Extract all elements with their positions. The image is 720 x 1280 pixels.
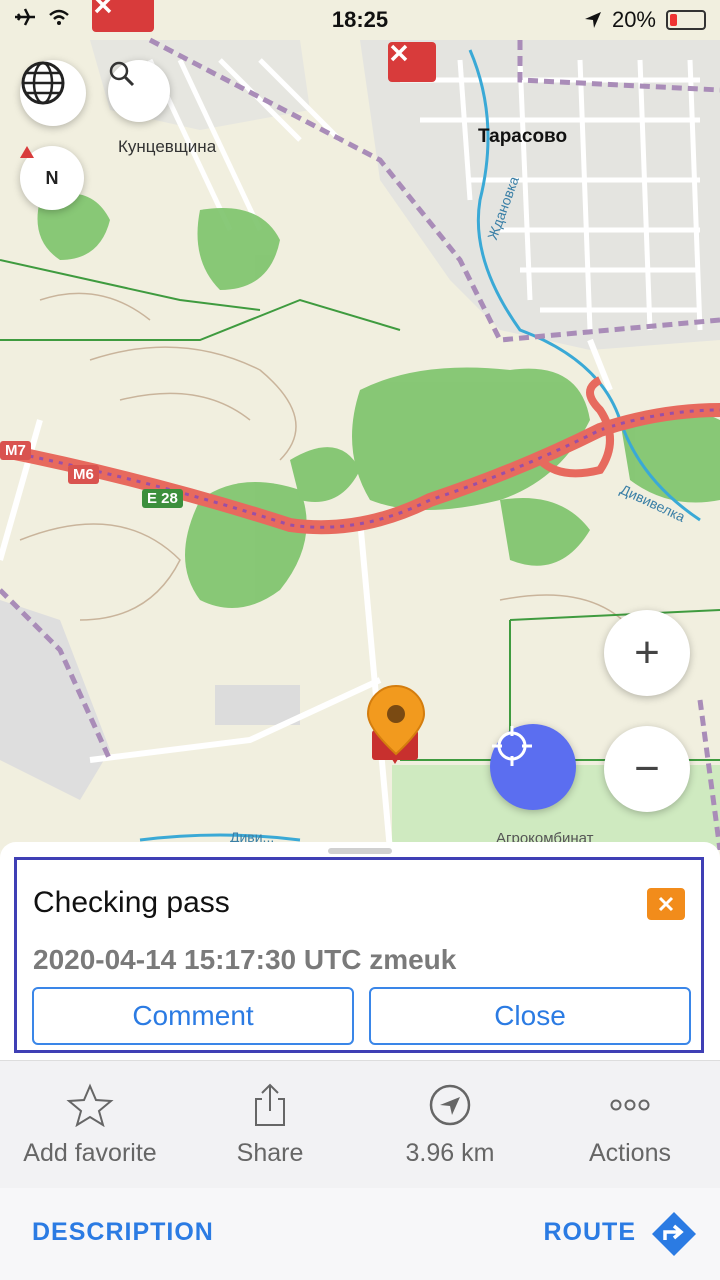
- battery-percent: 20%: [611, 7, 656, 32]
- distance-indicator[interactable]: 3.96 km: [360, 1061, 540, 1189]
- distance-label: 3.96 km: [405, 1139, 495, 1167]
- road-badge-m6: M6: [68, 465, 99, 484]
- note-title: Checking pass: [33, 886, 230, 919]
- search-button[interactable]: [108, 60, 170, 122]
- battery-icon: [666, 10, 706, 30]
- map-canvas: [0, 0, 720, 850]
- crosshair-icon: [492, 726, 532, 766]
- my-location-button[interactable]: [490, 724, 576, 810]
- route-icon[interactable]: [650, 1210, 698, 1258]
- map-label-tarasovo: Тарасово: [478, 126, 568, 147]
- close-icon: [658, 896, 674, 912]
- star-icon: [66, 1083, 114, 1127]
- close-button[interactable]: Close: [369, 987, 691, 1045]
- closed-note-icon: [647, 888, 685, 920]
- close-icon: [390, 44, 408, 62]
- action-toolbar: Add favorite Share 3.96 km Actions: [0, 1060, 720, 1190]
- actions-label: Actions: [589, 1139, 671, 1167]
- search-icon: [109, 61, 135, 87]
- zoom-out-button[interactable]: −: [604, 726, 690, 812]
- more-dots-icon: [610, 1099, 650, 1111]
- compass-letter: N: [45, 167, 59, 188]
- compass-button[interactable]: N: [20, 146, 84, 210]
- globe-icon: [21, 61, 65, 105]
- share-button[interactable]: Share: [180, 1061, 360, 1189]
- add-favorite-button[interactable]: Add favorite: [0, 1061, 180, 1189]
- share-icon: [255, 1083, 285, 1126]
- selected-note-pin[interactable]: [364, 684, 428, 770]
- road-badge-m7: M7: [0, 441, 31, 460]
- note-meta: 2020-04-14 15:17:30 UTC zmeuk: [33, 944, 457, 975]
- road-badge-e28: E 28: [142, 489, 183, 508]
- comment-button[interactable]: Comment: [32, 987, 354, 1045]
- direction-arrow-icon: [429, 1084, 471, 1126]
- note-card: Checking pass 2020-04-14 15:17:30 UTC zm…: [14, 857, 704, 1053]
- actions-button[interactable]: Actions: [540, 1061, 720, 1189]
- sheet-footer: DESCRIPTION ROUTE: [0, 1188, 720, 1280]
- zoom-in-button[interactable]: +: [604, 610, 690, 696]
- map-view[interactable]: Кунцевщина Тарасово Ждановка Дививелка А…: [0, 0, 720, 850]
- status-bar: 18:25 20%: [0, 0, 720, 38]
- sheet-drag-handle[interactable]: [328, 848, 392, 854]
- share-label: Share: [236, 1139, 304, 1167]
- map-label-kuntsevshchina: Кунцевщина: [118, 137, 217, 156]
- compass-arrow-icon: [20, 146, 34, 158]
- note-marker-closed[interactable]: [388, 42, 436, 82]
- map-layers-button[interactable]: [20, 60, 86, 126]
- route-link[interactable]: ROUTE: [544, 1218, 637, 1247]
- map-pin-icon: [366, 685, 426, 764]
- description-link[interactable]: DESCRIPTION: [32, 1218, 214, 1247]
- bottom-sheet: Checking pass 2020-04-14 15:17:30 UTC zm…: [0, 842, 720, 1280]
- location-arrow-icon: [584, 12, 601, 28]
- add-favorite-label: Add favorite: [23, 1139, 157, 1167]
